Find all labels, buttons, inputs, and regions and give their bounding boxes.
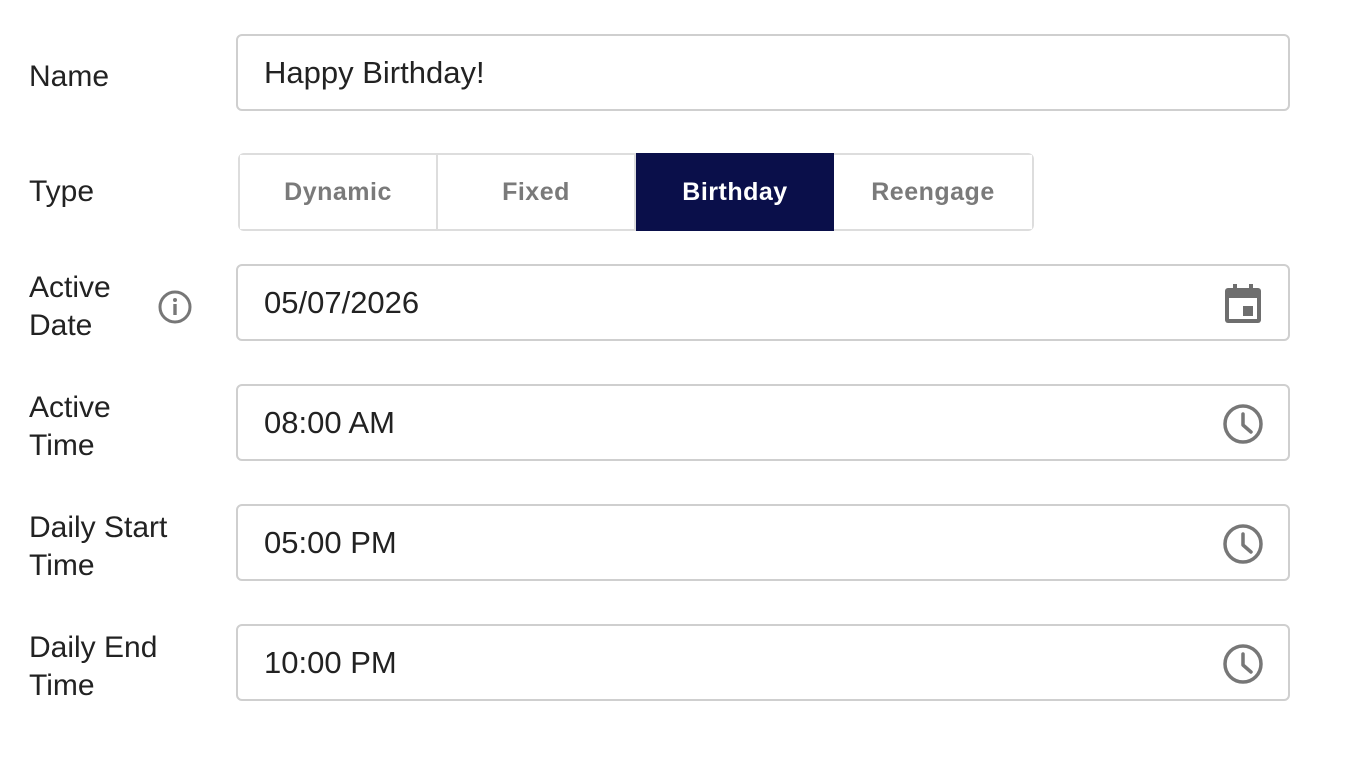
daily-end-time-label-line2: Time <box>29 669 95 702</box>
active-time-label-line2: Time <box>29 429 95 462</box>
type-option-dynamic[interactable]: Dynamic <box>240 155 438 229</box>
active-time-label-line1: Active <box>29 391 111 424</box>
daily-start-time-label: Daily Start Time <box>29 509 167 585</box>
clock-icon[interactable] <box>1222 523 1264 565</box>
clock-icon[interactable] <box>1222 643 1264 685</box>
type-option-birthday[interactable]: Birthday <box>636 153 834 231</box>
type-segmented-control: Dynamic Fixed Birthday Reengage <box>238 153 1034 231</box>
type-label: Type <box>29 175 95 208</box>
daily-end-time-label-line1: Daily End <box>29 631 158 664</box>
active-time-field[interactable] <box>236 384 1290 461</box>
active-date-label-line1: Active <box>29 271 111 304</box>
campaign-form: Name Type Dynamic Fixed Birthday Reengag… <box>0 0 1356 764</box>
info-circle-icon[interactable] <box>157 289 193 325</box>
active-time-input[interactable] <box>264 386 1164 459</box>
type-option-fixed[interactable]: Fixed <box>438 155 636 229</box>
active-date-label: Active Date <box>29 269 111 345</box>
type-option-reengage[interactable]: Reengage <box>834 155 1032 229</box>
name-label: Name <box>29 60 110 93</box>
daily-end-time-input[interactable] <box>264 626 1164 699</box>
daily-start-time-label-line2: Time <box>29 549 95 582</box>
clock-icon[interactable] <box>1222 403 1264 445</box>
daily-start-time-input[interactable] <box>264 506 1164 579</box>
name-field[interactable] <box>236 34 1290 111</box>
active-date-label-line2: Date <box>29 309 93 342</box>
daily-end-time-label: Daily End Time <box>29 629 157 705</box>
calendar-icon[interactable] <box>1222 283 1264 325</box>
daily-start-time-field[interactable] <box>236 504 1290 581</box>
name-input[interactable] <box>264 36 1164 109</box>
active-time-label: Active Time <box>29 389 111 465</box>
active-date-field[interactable] <box>236 264 1290 341</box>
daily-end-time-field[interactable] <box>236 624 1290 701</box>
daily-start-time-label-line1: Daily Start <box>29 511 168 544</box>
active-date-input[interactable] <box>264 266 1164 339</box>
